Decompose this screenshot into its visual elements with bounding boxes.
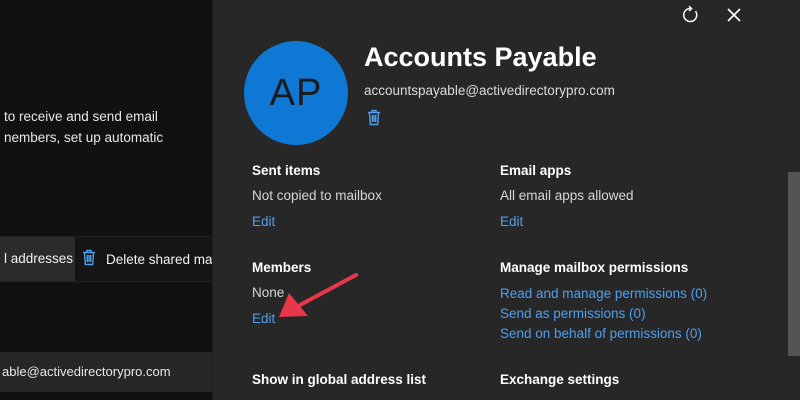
scrollbar-thumb[interactable]: [788, 172, 800, 356]
email-apps-edit-link[interactable]: Edit: [500, 213, 634, 231]
manage-permissions-heading: Manage mailbox permissions: [500, 260, 689, 275]
global-address-list-section: Show in global address list: [252, 371, 426, 389]
avatar: AP: [244, 41, 348, 145]
delete-shared-mailbox-button[interactable]: Delete shared ma: [82, 237, 213, 281]
members-section: Members None Edit: [252, 259, 311, 328]
sent-items-value: Not copied to mailbox: [252, 188, 382, 203]
page-title: Accounts Payable: [364, 42, 597, 72]
background-page: to receive and send email nembers, set u…: [0, 0, 213, 400]
sent-items-section: Sent items Not copied to mailbox Edit: [252, 162, 382, 231]
table-row[interactable]: able@activedirectorypro.com: [0, 352, 212, 392]
delete-shared-mailbox-label: Delete shared ma: [106, 251, 213, 267]
email-apps-value: All email apps allowed: [500, 188, 634, 203]
email-addresses-button[interactable]: l addresses: [0, 237, 75, 281]
sent-items-edit-link[interactable]: Edit: [252, 213, 382, 231]
exchange-settings-section: Exchange settings: [500, 371, 619, 389]
mailbox-email: accountspayable@activedirectorypro.com: [364, 83, 615, 98]
read-manage-permissions-link[interactable]: Read and manage permissions (0): [500, 284, 707, 304]
background-description-line: to receive and send email: [4, 109, 158, 124]
sent-items-heading: Sent items: [252, 163, 321, 178]
exchange-settings-heading: Exchange settings: [500, 372, 620, 387]
email-apps-heading: Email apps: [500, 163, 572, 178]
scrollbar[interactable]: [788, 0, 800, 400]
members-value: None: [252, 285, 285, 300]
manage-permissions-section: Manage mailbox permissions Read and mana…: [500, 259, 707, 344]
background-description: to receive and send email nembers, set u…: [4, 106, 163, 148]
send-as-permissions-link[interactable]: Send as permissions (0): [500, 304, 707, 324]
close-icon[interactable]: [722, 3, 746, 27]
members-heading: Members: [252, 260, 312, 275]
trash-icon[interactable]: [367, 109, 381, 131]
refresh-icon[interactable]: [678, 3, 702, 27]
send-on-behalf-permissions-link[interactable]: Send on behalf of permissions (0): [500, 324, 707, 344]
background-toolbar: l addresses Delete shared ma: [0, 236, 213, 282]
permissions-link-list: Read and manage permissions (0) Send as …: [500, 284, 707, 344]
members-edit-link[interactable]: Edit: [252, 310, 311, 328]
background-description-line: nembers, set up automatic: [4, 130, 164, 145]
trash-icon: [82, 249, 96, 269]
panel-header-actions: [678, 3, 746, 27]
mailbox-details-panel: AP Accounts Payable accountspayable@acti…: [212, 0, 800, 400]
email-apps-section: Email apps All email apps allowed Edit: [500, 162, 634, 231]
global-address-list-heading: Show in global address list: [252, 372, 427, 387]
